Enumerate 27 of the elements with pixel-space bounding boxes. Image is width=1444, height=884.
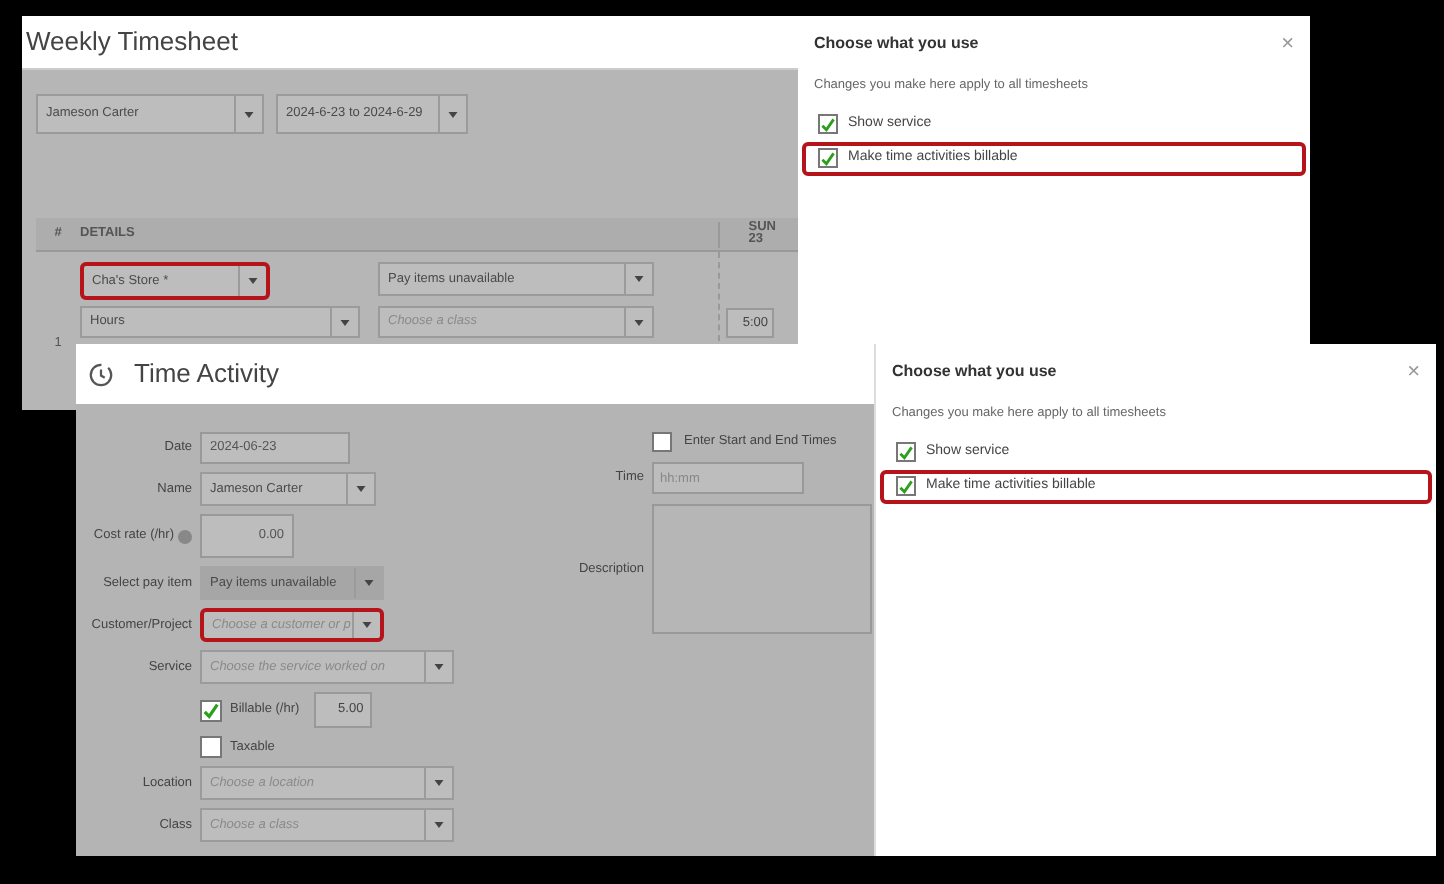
checkbox[interactable]	[896, 442, 916, 463]
checkbox[interactable]	[896, 476, 916, 497]
caret-icon	[634, 319, 644, 325]
caret-icon	[434, 664, 444, 670]
close-icon[interactable]: ×	[1281, 33, 1294, 55]
caret-icon	[248, 278, 258, 284]
caret-icon	[340, 319, 350, 325]
checkbox[interactable]	[818, 114, 838, 135]
panel-title: Choose what you use	[892, 360, 1057, 384]
checkbox[interactable]	[200, 736, 222, 758]
caret-icon	[634, 276, 644, 282]
caret-icon	[244, 111, 254, 117]
caret-icon	[434, 780, 444, 786]
close-icon[interactable]: ×	[1407, 361, 1420, 383]
panel-title: Choose what you use	[814, 32, 979, 56]
checkbox[interactable]	[200, 699, 222, 721]
caret-icon	[362, 622, 372, 628]
clock-icon	[88, 361, 114, 387]
window-title: Time Activity	[134, 356, 279, 393]
caret-icon	[364, 580, 374, 586]
description-input[interactable]	[652, 504, 872, 634]
window-title: Weekly Timesheet	[26, 24, 238, 61]
caret-icon	[448, 111, 458, 117]
caret-icon	[434, 822, 444, 828]
checkbox[interactable]	[818, 148, 838, 169]
checkbox[interactable]	[652, 432, 672, 452]
caret-icon	[356, 486, 366, 492]
